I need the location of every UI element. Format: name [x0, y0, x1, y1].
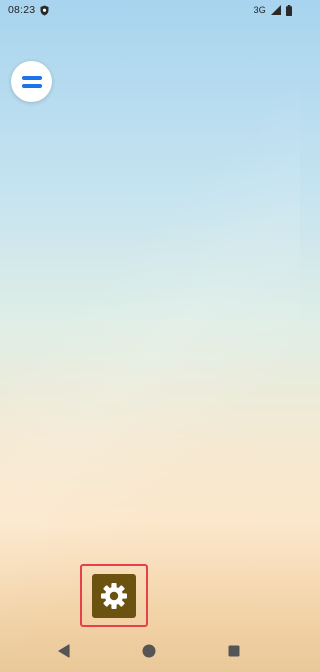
- back-button[interactable]: [53, 640, 75, 662]
- home-icon: [142, 644, 156, 658]
- settings-app-icon[interactable]: [92, 573, 136, 618]
- shield-icon: [40, 5, 49, 16]
- status-bar: 08:23 3G: [0, 0, 300, 20]
- recents-button[interactable]: [223, 640, 245, 662]
- dock-app-highlight: [80, 564, 148, 627]
- drawer-handle-icon: [21, 75, 42, 89]
- home-button[interactable]: [138, 640, 160, 662]
- back-icon: [58, 644, 70, 658]
- status-left: 08:23: [8, 4, 49, 16]
- network-type-label: 3G: [253, 5, 266, 15]
- status-right: 3G: [253, 4, 292, 16]
- wallpaper: [0, 0, 300, 672]
- battery-icon: [286, 4, 292, 16]
- signal-icon: [271, 5, 281, 15]
- app-drawer-button[interactable]: [11, 61, 52, 102]
- status-time: 08:23: [8, 4, 36, 16]
- recents-icon: [228, 645, 240, 657]
- navigation-bar: [0, 630, 300, 672]
- gear-icon: [100, 582, 128, 610]
